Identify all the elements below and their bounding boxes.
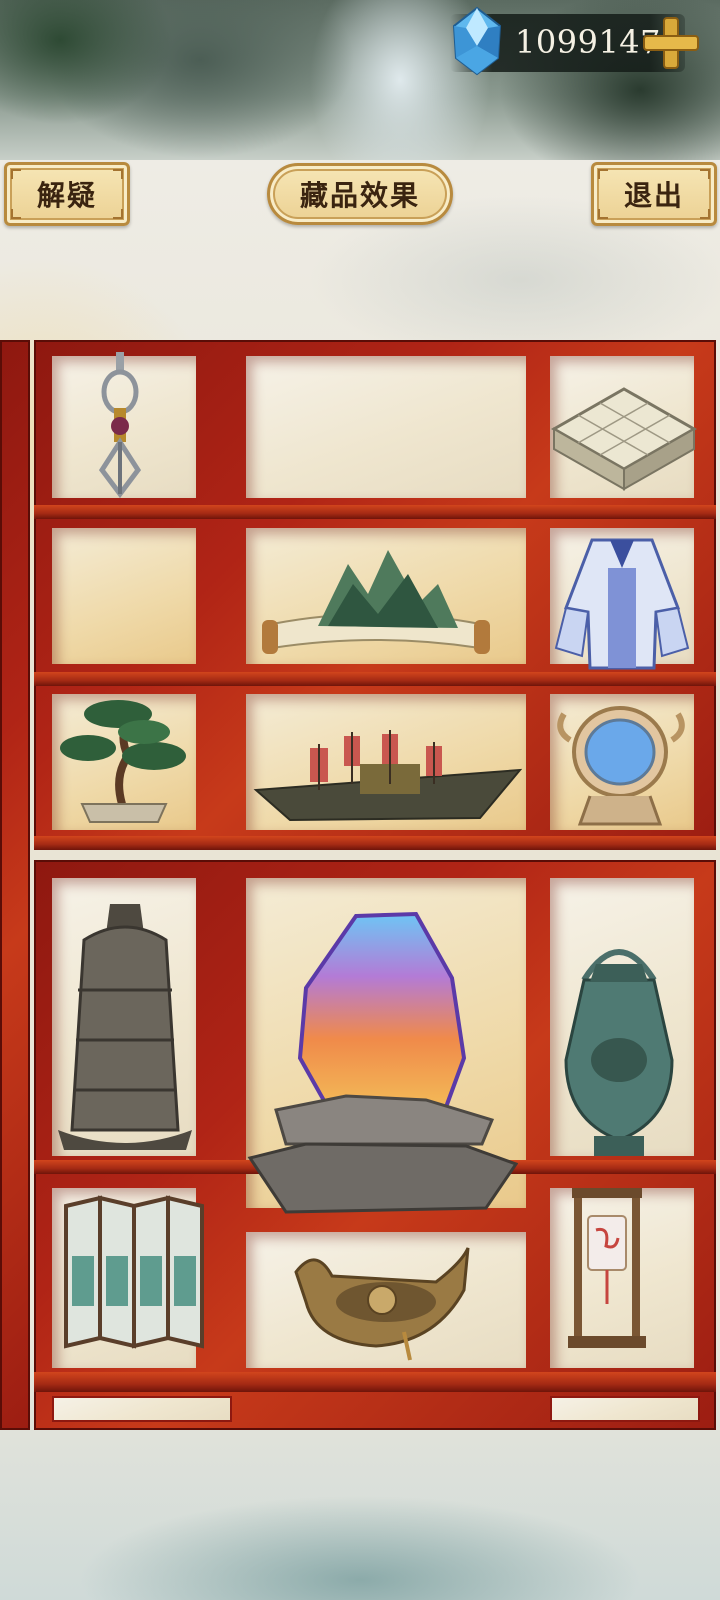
shelf-plank <box>34 836 716 850</box>
rainbow-stone-icon[interactable] <box>246 908 518 1220</box>
shelf-plank <box>34 672 716 686</box>
folding-screen-icon[interactable] <box>52 1186 214 1358</box>
go-board-icon[interactable] <box>550 385 698 495</box>
landscape-scroll-icon[interactable] <box>258 544 494 662</box>
bronze-ewer-icon[interactable] <box>544 920 694 1160</box>
exit-button-label: 退出 <box>623 179 684 212</box>
bronze-bell-icon[interactable] <box>54 900 196 1156</box>
exit-button[interactable]: 退出 <box>591 162 717 226</box>
collection-effects-label: 藏品效果 <box>299 179 420 212</box>
war-junk-ship-icon[interactable] <box>250 730 522 826</box>
collection-effects-button[interactable]: 藏品效果 <box>267 163 453 225</box>
gold-plus-icon[interactable] <box>640 14 702 72</box>
help-button[interactable]: 解疑 <box>4 162 130 226</box>
help-button-label: 解疑 <box>36 179 97 212</box>
shelf-cell <box>246 356 526 498</box>
blue-crystal-icon <box>448 6 506 76</box>
shelf-drawer <box>550 1396 700 1422</box>
shelf-cell <box>52 528 196 664</box>
blue-robe-icon[interactable] <box>552 528 692 670</box>
bronze-mirror-icon[interactable] <box>550 700 692 828</box>
hanging-lantern-icon[interactable] <box>566 1186 648 1350</box>
bonsai-pine-icon[interactable] <box>58 696 190 826</box>
left-partial-shelf <box>0 340 30 1430</box>
shelf-drawer <box>52 1396 232 1422</box>
dragon-boat-icon[interactable] <box>286 1242 472 1362</box>
vajra-icon[interactable] <box>92 352 148 498</box>
gem-count: 1099147 <box>515 23 662 61</box>
shelf-plank <box>34 1372 716 1392</box>
shelf-plank <box>34 505 716 519</box>
